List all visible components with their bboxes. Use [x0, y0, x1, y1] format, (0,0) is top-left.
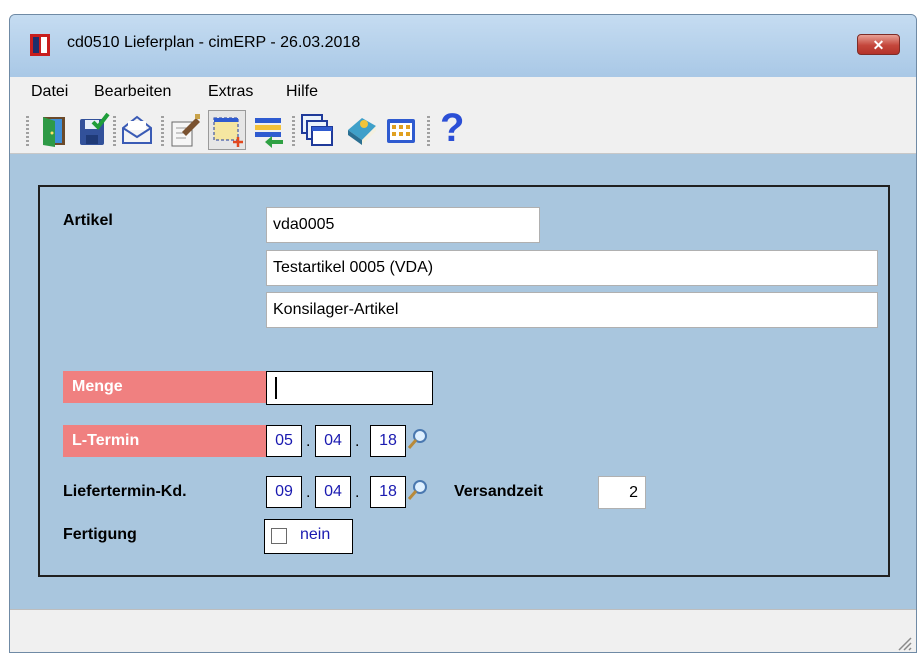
status-bar: [10, 609, 916, 652]
date-separator: .: [355, 433, 360, 450]
new-record-icon[interactable]: [208, 110, 246, 150]
help-icon[interactable]: ?: [436, 106, 470, 150]
menu-extras[interactable]: Extras: [208, 83, 253, 101]
save-check-icon[interactable]: [76, 112, 110, 148]
title-bar[interactable]: cd0510 Lieferplan - cimERP - 26.03.2018 …: [10, 15, 916, 77]
l-termin-label: L-Termin: [63, 425, 269, 457]
menge-label: Menge: [63, 371, 269, 403]
calendar-grid-icon[interactable]: [384, 112, 418, 148]
exit-door-icon[interactable]: [37, 112, 71, 148]
liefertermin-kd-label: Liefertermin-Kd.: [63, 483, 187, 500]
toolbar-separator: [113, 116, 116, 146]
book-icon[interactable]: [344, 112, 378, 148]
app-logo-icon: [30, 34, 50, 56]
date-lookup-icon[interactable]: [407, 479, 429, 501]
toolbar-separator: [161, 116, 164, 146]
liefertermin-kd-year-field[interactable]: 18: [370, 476, 406, 508]
fertigung-checkbox-group[interactable]: nein: [264, 519, 353, 554]
text-cursor: [275, 377, 277, 399]
artikel-bezeichnung-1-field[interactable]: Testartikel 0005 (VDA): [266, 250, 878, 286]
menu-bar: Datei Bearbeiten Extras Hilfe: [10, 77, 916, 109]
toolbar-grip[interactable]: [26, 116, 29, 146]
resize-grip-icon[interactable]: [894, 633, 912, 651]
l-termin-year-field[interactable]: 18: [370, 425, 406, 457]
toolbar: ?: [10, 106, 916, 154]
form-panel: Artikel vda0005 Testartikel 0005 (VDA) K…: [38, 185, 890, 577]
window-title: cd0510 Lieferplan - cimERP - 26.03.2018: [67, 34, 361, 51]
mail-envelope-icon[interactable]: [120, 112, 154, 148]
fertigung-checkbox[interactable]: [271, 528, 287, 544]
help-question-mark: ?: [440, 106, 465, 150]
artikel-nr-field[interactable]: vda0005: [266, 207, 540, 243]
toolbar-separator: [427, 116, 430, 146]
l-termin-day-field[interactable]: 05: [266, 425, 302, 457]
app-window: cd0510 Lieferplan - cimERP - 26.03.2018 …: [9, 14, 917, 653]
menge-input[interactable]: [266, 371, 433, 405]
versandzeit-label: Versandzeit: [454, 483, 543, 500]
date-lookup-icon[interactable]: [407, 428, 429, 450]
artikel-bezeichnung-2-field[interactable]: Konsilager-Artikel: [266, 292, 878, 328]
liefertermin-kd-day-field[interactable]: 09: [266, 476, 302, 508]
edit-document-icon[interactable]: [168, 112, 202, 148]
date-separator: .: [355, 484, 360, 501]
list-transfer-icon[interactable]: [252, 112, 286, 148]
menu-bearbeiten[interactable]: Bearbeiten: [94, 83, 171, 101]
artikel-label: Artikel: [63, 212, 113, 229]
versandzeit-field[interactable]: 2: [598, 476, 646, 509]
windows-stack-icon[interactable]: [300, 112, 334, 148]
menu-datei[interactable]: Datei: [31, 83, 68, 101]
menu-hilfe[interactable]: Hilfe: [286, 83, 318, 101]
date-separator: .: [306, 484, 311, 501]
date-separator: .: [306, 433, 311, 450]
liefertermin-kd-month-field[interactable]: 04: [315, 476, 351, 508]
fertigung-checkbox-label: nein: [300, 526, 331, 543]
close-button[interactable]: ✕: [857, 34, 900, 55]
toolbar-separator: [292, 116, 295, 146]
l-termin-month-field[interactable]: 04: [315, 425, 351, 457]
fertigung-label: Fertigung: [63, 526, 137, 543]
